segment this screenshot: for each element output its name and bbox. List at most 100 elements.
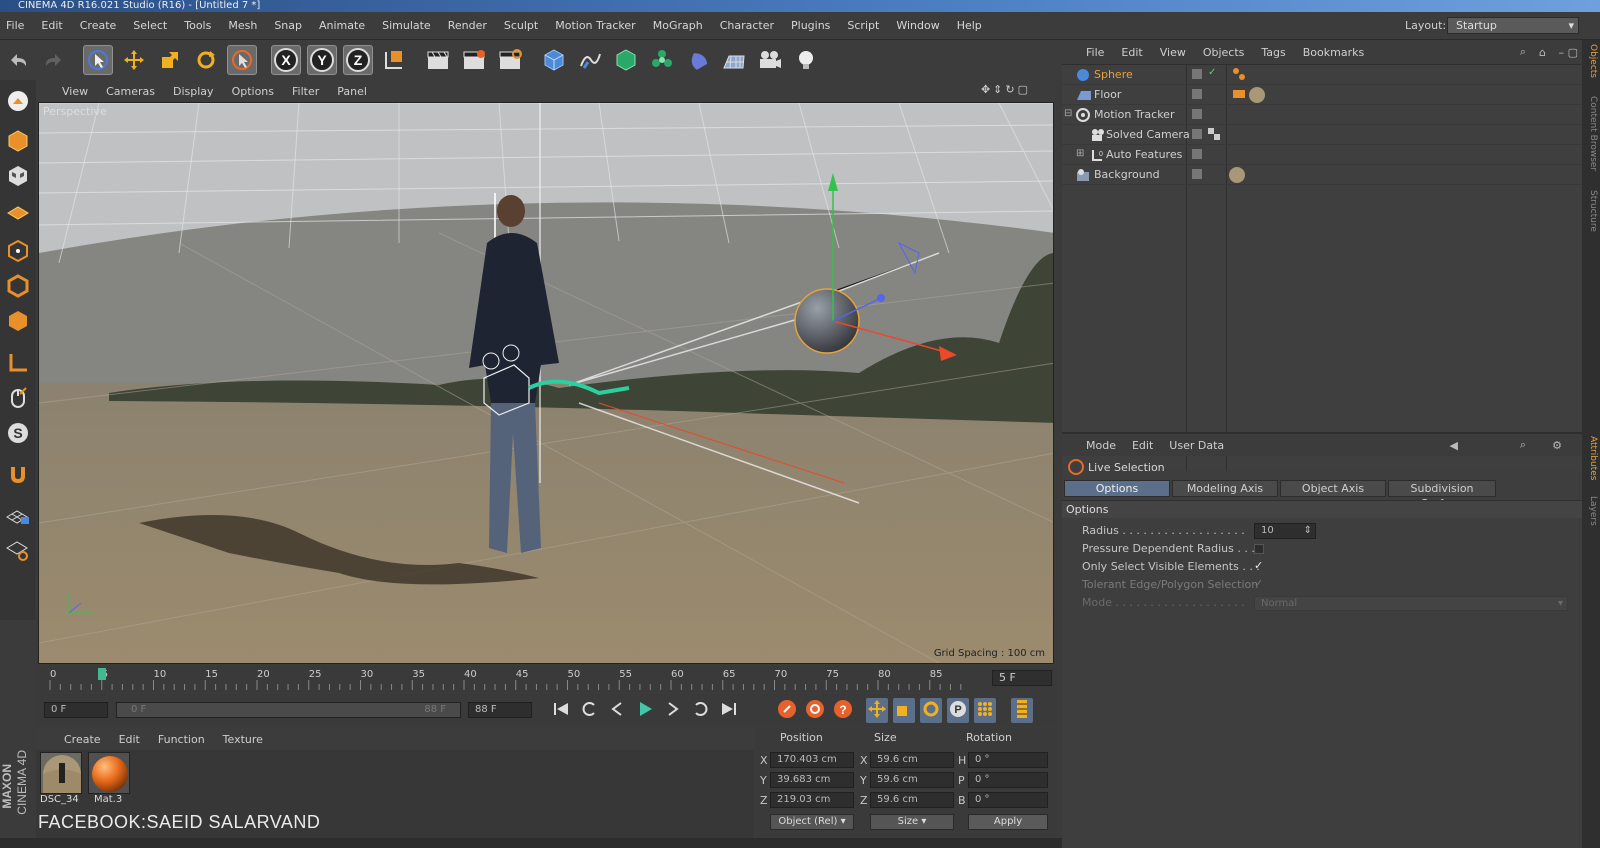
visibility-toggle-icon[interactable] [1192,149,1202,159]
visible-elements-checkbox[interactable]: ✓ [1254,560,1265,572]
previous-frame-button[interactable] [606,698,628,720]
workplane-lock-button[interactable] [3,500,33,530]
live-selection-button[interactable] [83,45,113,75]
compositing-tag-icon[interactable] [1232,87,1246,101]
object-menu-bookmarks[interactable]: Bookmarks [1303,46,1364,59]
preview-range-slider[interactable]: 0 F 88 F [116,702,461,718]
menu-simulate[interactable]: Simulate [382,19,431,32]
tab-subdivision-surface[interactable]: Subdivision Surface [1388,480,1496,510]
material-thumbnail-photo[interactable] [40,752,82,794]
position-x-field[interactable]: 170.403 cm [770,752,854,768]
size-z-field[interactable]: 59.6 cm [870,792,954,808]
radius-field[interactable]: 10 ⇕ [1254,523,1316,539]
material-thumbnail-orange[interactable] [88,752,130,794]
layout-select[interactable]: Startup ▾ [1447,17,1579,34]
stepper-icon[interactable]: ⇕ [1304,524,1312,538]
key-position-button[interactable] [866,698,888,723]
redo-button[interactable] [39,45,69,75]
menu-create[interactable]: Create [80,19,117,32]
menu-tools[interactable]: Tools [184,19,211,32]
viewport-menu-options[interactable]: Options [232,85,274,98]
workplane-mode-button[interactable] [3,196,33,226]
x-axis-lock-button[interactable]: X [271,45,301,75]
rotation-h-field[interactable]: 0 ° [968,752,1048,768]
previous-key-button[interactable] [578,698,600,720]
menu-script[interactable]: Script [847,19,879,32]
add-spline-button[interactable] [575,45,605,75]
menu-mesh[interactable]: Mesh [228,19,257,32]
back-arrow-icon[interactable]: ◀ [1450,439,1458,452]
move-tool-button[interactable] [119,45,149,75]
attribute-menu-user-data[interactable]: User Data [1169,439,1224,452]
add-deformer-button[interactable] [683,45,713,75]
tweak-mode-button[interactable] [3,383,33,413]
render-view-button[interactable] [423,45,453,75]
object-row-solved-camera[interactable]: Solved Camera [1062,125,1582,145]
add-mograph-button[interactable] [647,45,677,75]
record-active-button[interactable] [776,698,798,723]
snap-button[interactable] [3,460,33,490]
viewport-maximize-icon[interactable]: ▢ [1018,83,1028,96]
go-to-start-button[interactable] [550,698,572,720]
material-menu-create[interactable]: Create [64,733,101,746]
menu-window[interactable]: Window [896,19,939,32]
model-mode-button[interactable] [3,126,33,156]
object-menu-tags[interactable]: Tags [1261,46,1285,59]
material-menu-edit[interactable]: Edit [119,733,140,746]
z-axis-lock-button[interactable]: Z [343,45,373,75]
solo-button[interactable]: S [3,418,33,448]
menu-select[interactable]: Select [133,19,167,32]
add-camera-button[interactable] [755,45,785,75]
add-cube-button[interactable] [539,45,569,75]
object-row-background[interactable]: Background [1062,165,1582,185]
max-frame-field[interactable]: 88 F [468,702,532,718]
enabled-check-icon[interactable]: ✓ [1208,67,1216,78]
edges-mode-button[interactable] [3,271,33,301]
search-icon[interactable]: ⌕ [1520,45,1526,59]
pressure-radius-checkbox[interactable] [1254,544,1264,554]
next-key-button[interactable] [690,698,712,720]
visibility-toggle-icon[interactable] [1192,69,1202,79]
scale-tool-button[interactable] [155,45,185,75]
add-environment-button[interactable] [719,45,749,75]
material-tag-icon[interactable] [1248,86,1266,104]
object-row-floor[interactable]: Floor [1062,85,1582,105]
coordinate-system-button[interactable] [379,45,409,75]
minimize-icon[interactable]: – [1559,46,1565,59]
side-tab-attributes[interactable]: Attributes [1584,436,1598,480]
object-menu-view[interactable]: View [1160,46,1186,59]
visibility-toggle-icon[interactable] [1192,129,1202,139]
play-forward-button[interactable] [634,698,656,720]
object-menu-objects[interactable]: Objects [1203,46,1245,59]
undo-button[interactable] [3,45,33,75]
menu-character[interactable]: Character [720,19,774,32]
menu-mograph[interactable]: MoGraph [653,19,703,32]
search-icon[interactable]: ⌕ [1520,438,1526,452]
key-pla-button[interactable] [974,698,996,723]
make-editable-button[interactable] [3,86,33,116]
side-tab-content-browser[interactable]: Content Browser [1584,96,1598,171]
workplane-align-button[interactable] [3,535,33,565]
viewport-dolly-icon[interactable]: ⇕ [993,83,1002,96]
menu-edit[interactable]: Edit [41,19,62,32]
current-frame-field[interactable]: 0 F [44,702,108,718]
side-tab-structure[interactable]: Structure [1584,190,1598,232]
autokeying-button[interactable] [804,698,826,723]
viewport-menu-filter[interactable]: Filter [292,85,319,98]
polygons-mode-button[interactable] [3,306,33,336]
timeline-end-frame-field[interactable]: 5 F [992,670,1052,686]
recent-tool-button[interactable] [227,45,257,75]
menu-plugins[interactable]: Plugins [791,19,830,32]
viewport-pan-icon[interactable]: ✥ [981,83,990,96]
menu-motion-tracker[interactable]: Motion Tracker [555,19,635,32]
tab-modeling-axis[interactable]: Modeling Axis [1172,480,1278,497]
rotation-b-field[interactable]: 0 ° [968,792,1048,808]
rotate-tool-button[interactable] [191,45,221,75]
viewport-menu-view[interactable]: View [62,85,88,98]
tab-options[interactable]: Options [1064,480,1170,497]
key-parameter-button[interactable]: P [947,698,969,723]
menu-snap[interactable]: Snap [274,19,302,32]
menu-sculpt[interactable]: Sculpt [504,19,538,32]
position-z-field[interactable]: 219.03 cm [770,792,854,808]
visibility-toggle-icon[interactable] [1192,89,1202,99]
